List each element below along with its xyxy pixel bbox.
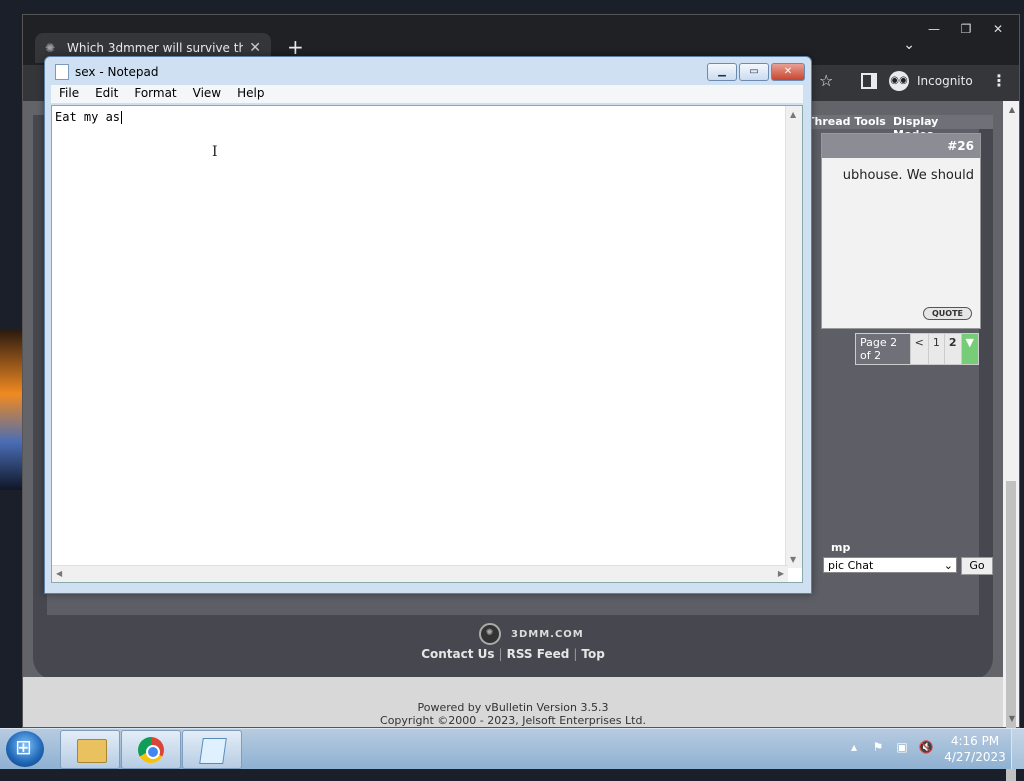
notepad-menubar: File Edit Format View Help: [51, 85, 803, 103]
tray-overflow-icon[interactable]: ▴: [846, 739, 862, 755]
incognito-indicator[interactable]: ◉◉ Incognito: [889, 70, 973, 92]
notepad-scroll-up-icon[interactable]: ▲: [790, 110, 796, 119]
incognito-icon: ◉◉: [889, 71, 909, 91]
menu-help[interactable]: Help: [229, 85, 272, 103]
network-icon[interactable]: ▣: [894, 739, 910, 755]
notepad-close-button[interactable]: ✕: [771, 63, 805, 81]
taskbar-chrome-icon[interactable]: [121, 730, 181, 769]
text-caret: [121, 111, 123, 124]
notepad-title: sex - Notepad: [75, 65, 159, 79]
clock-time: 4:16 PM: [950, 734, 1000, 748]
desktop-background: [0, 330, 22, 490]
forum-jump-go-button[interactable]: Go: [961, 557, 993, 575]
taskbar-clock[interactable]: 4:16 PM 4/27/2023: [944, 733, 1006, 765]
scroll-down-icon[interactable]: ▼: [1009, 714, 1015, 723]
volume-muted-icon[interactable]: 🔇: [918, 739, 934, 755]
notepad-horizontal-scrollbar[interactable]: ◀ ▶: [52, 565, 788, 582]
powered-by: Powered by vBulletin Version 3.5.3: [417, 701, 609, 714]
taskbar-explorer-folder-icon[interactable]: [60, 730, 120, 769]
contact-us-link[interactable]: Contact Us: [421, 647, 494, 661]
tab-search-chevron-icon[interactable]: ⌄: [903, 37, 915, 53]
browser-close-button[interactable]: ✕: [983, 19, 1013, 39]
start-button[interactable]: [6, 731, 44, 767]
page-2-current: 2: [943, 334, 961, 364]
notepad-vertical-scrollbar[interactable]: ▲ ▼: [785, 106, 802, 568]
page-menu-arrow-icon[interactable]: ▼: [960, 334, 978, 364]
page-1-link[interactable]: 1: [927, 334, 944, 364]
footer-links: Contact Us | RSS Feed | Top: [421, 647, 605, 661]
post-number[interactable]: #26: [822, 134, 980, 158]
tab-close-icon[interactable]: ✕: [249, 40, 261, 56]
show-desktop-button[interactable]: [1011, 729, 1024, 769]
notepad-scroll-left-icon[interactable]: ◀: [56, 569, 62, 578]
site-logo-icon: ✺: [479, 623, 501, 645]
menu-format[interactable]: Format: [126, 85, 184, 103]
notepad-window-controls: ▁ ▭ ✕: [705, 63, 805, 81]
prev-page-link[interactable]: <: [909, 334, 928, 364]
notepad-content: Eat my as: [55, 110, 123, 124]
bookmark-star-icon[interactable]: ☆: [819, 71, 833, 90]
forum-jump-select[interactable]: pic Chat ⌄: [823, 557, 957, 573]
top-link[interactable]: Top: [581, 647, 604, 661]
taskbar-notepad-icon[interactable]: [182, 730, 242, 769]
notepad-content-text: Eat my as: [55, 110, 121, 124]
notepad-scroll-right-icon[interactable]: ▶: [778, 569, 784, 578]
browser-minimize-button[interactable]: —: [919, 19, 949, 39]
system-tray: ▴ ⚑ ▣ 🔇: [846, 739, 934, 755]
scroll-up-icon[interactable]: ▲: [1009, 105, 1015, 114]
taskbar: ▴ ⚑ ▣ 🔇 4:16 PM 4/27/2023: [0, 728, 1024, 769]
forum-post: #26 ubhouse. We should QUOTE: [821, 133, 981, 329]
action-center-icon[interactable]: ⚑: [870, 739, 886, 755]
thread-tools-link[interactable]: Thread Tools: [807, 115, 886, 128]
incognito-label: Incognito: [917, 74, 973, 88]
site-favicon-icon: ✺: [45, 41, 56, 55]
browser-maximize-button[interactable]: ❐: [951, 19, 981, 39]
menu-file[interactable]: File: [51, 85, 87, 103]
page-scrollbar[interactable]: ▲ ▼: [1003, 101, 1019, 781]
rss-feed-link[interactable]: RSS Feed: [507, 647, 570, 661]
page-label: Page 2 of 2: [856, 334, 910, 364]
notepad-scroll-down-icon[interactable]: ▼: [790, 555, 796, 564]
tab-title: Which 3dmmer will survive the lo: [67, 41, 244, 55]
notepad-text-area[interactable]: Eat my as I ▲ ▼ ◀ ▶: [51, 105, 803, 583]
site-name: 3DMM.COM: [511, 628, 584, 640]
clock-date: 4/27/2023: [944, 750, 1006, 764]
notepad-window: sex - Notepad ▁ ▭ ✕ File Edit Format Vie…: [44, 56, 812, 594]
powered-by-text: Powered by vBulletin Version 3.5.3 Copyr…: [23, 701, 1003, 727]
browser-window-controls: — ❐ ✕: [919, 19, 1013, 39]
notepad-maximize-button[interactable]: ▭: [739, 63, 769, 81]
post-text: ubhouse. We should: [842, 168, 974, 183]
side-panel-icon[interactable]: [861, 73, 877, 89]
notepad-icon: [55, 64, 69, 80]
page-navigation: Page 2 of 2 < 1 2 ▼: [855, 333, 979, 365]
menu-view[interactable]: View: [185, 85, 229, 103]
notepad-titlebar[interactable]: sex - Notepad: [45, 57, 811, 87]
copyright: Copyright ©2000 - 2023, Jelsoft Enterpri…: [380, 714, 646, 727]
select-chevron-icon: ⌄: [943, 559, 953, 572]
forum-jump-selected: pic Chat: [828, 559, 874, 572]
forum-jump-label: mp: [831, 541, 851, 554]
browser-menu-icon[interactable]: ⋮: [991, 71, 1007, 90]
quote-button[interactable]: QUOTE: [922, 307, 972, 320]
text-cursor-ibeam-icon: I: [212, 144, 218, 160]
site-logo[interactable]: ✺ 3DMM.COM: [479, 623, 584, 645]
menu-edit[interactable]: Edit: [87, 85, 126, 103]
notepad-minimize-button[interactable]: ▁: [707, 63, 737, 81]
